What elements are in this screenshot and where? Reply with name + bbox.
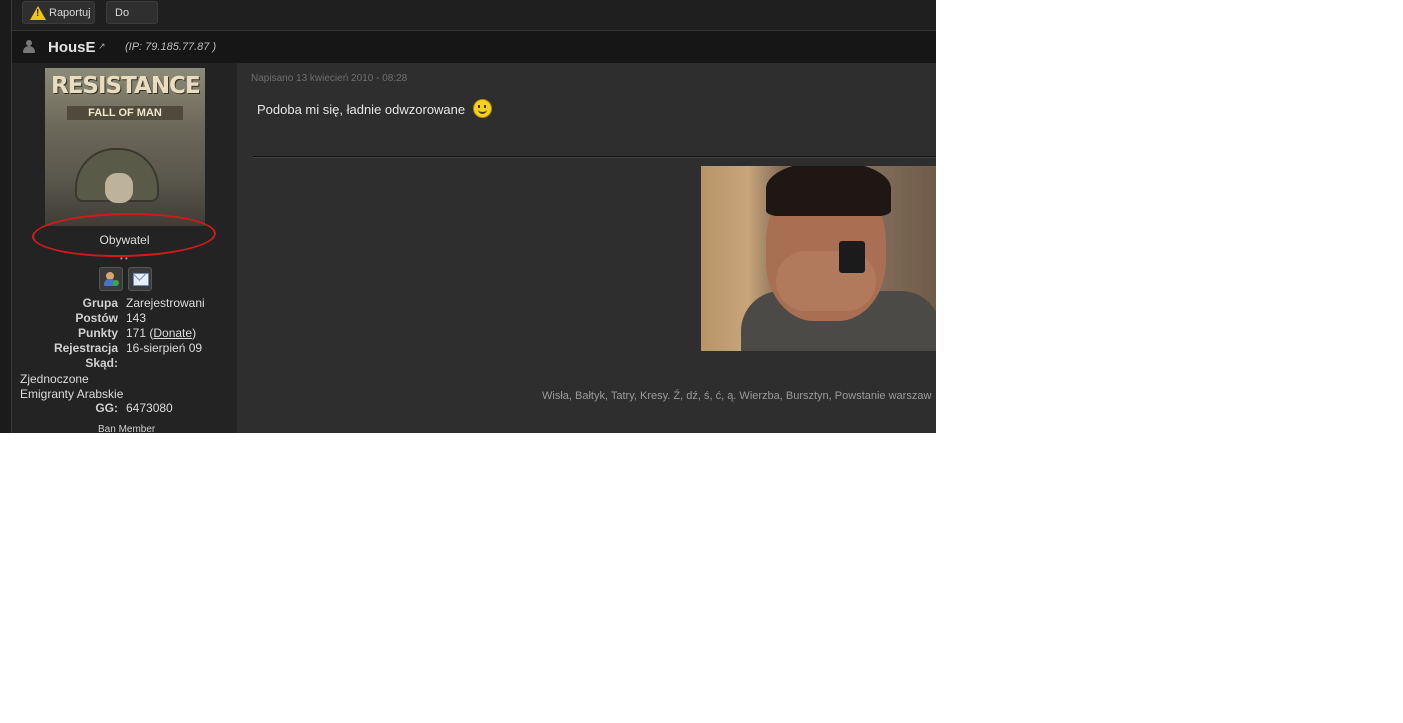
- warning-icon: [30, 6, 46, 20]
- add-friend-button[interactable]: [99, 267, 123, 291]
- rank-pips: • •: [120, 254, 128, 263]
- avatar-subtitle: FALL OF MAN: [67, 106, 183, 120]
- field-label: Punkty: [77, 326, 118, 340]
- avatar-skull-graphic: [105, 173, 133, 203]
- smiley-icon: [472, 99, 492, 118]
- post-message-text: Podoba mi się, ładnie odwzorowane: [257, 102, 466, 117]
- signature-text: Wisła, Bałtyk, Tatry, Kresy. Ź, dź, ś, ć…: [542, 390, 932, 402]
- send-message-button[interactable]: [128, 267, 152, 291]
- location-value: Zjednoczone Emigranty Arabskie: [20, 372, 123, 402]
- ip-address: (IP: 79.185.77.87 ): [125, 41, 217, 53]
- field-label: GG:: [95, 401, 118, 415]
- author-sidebar: RESISTANCE FALL OF MAN Obywatel • • Grup…: [12, 63, 237, 433]
- post-message: Podoba mi się, ładnie odwzorowane: [257, 99, 492, 118]
- report-button[interactable]: Raportuj: [22, 1, 95, 24]
- field-value: Zarejestrowani: [126, 296, 205, 310]
- signature-divider: [253, 156, 936, 158]
- location-line: Emigranty Arabskie: [20, 387, 124, 401]
- ban-member-link[interactable]: Ban Member: [98, 424, 155, 433]
- username-link[interactable]: HousE: [48, 39, 96, 56]
- member-rank: Obywatel: [99, 233, 150, 247]
- report-button-label: Raportuj: [49, 7, 91, 19]
- points-suffix: ): [192, 326, 197, 340]
- donate-link[interactable]: Donate: [153, 326, 192, 340]
- location-line: Zjednoczone: [20, 372, 89, 386]
- avatar-title: RESISTANCE: [51, 73, 201, 99]
- field-label: Rejestracja: [53, 341, 118, 355]
- post-date: Napisano 13 kwiecień 2010 - 08:28: [251, 73, 408, 84]
- field-value[interactable]: 6473080: [126, 401, 173, 415]
- external-link-icon[interactable]: ↗: [98, 41, 106, 52]
- user-icon: [22, 40, 36, 54]
- post-header: HousE ↗ (IP: 79.185.77.87 ): [12, 31, 936, 63]
- signature-image: [701, 166, 936, 351]
- post-toolbar: Raportuj Do góry: [12, 0, 936, 42]
- message-icon: [133, 273, 149, 286]
- left-edge: [0, 0, 12, 433]
- field-value: 143: [126, 311, 147, 325]
- avatar: RESISTANCE FALL OF MAN: [45, 68, 205, 226]
- post-content: Napisano 13 kwiecień 2010 - 08:28 Podoba…: [237, 63, 936, 433]
- forum-post-screenshot: Raportuj Do góry HousE ↗ (IP: 79.185.77.…: [0, 0, 936, 433]
- points-value: 171 (: [126, 326, 154, 340]
- field-value: 171 (Donate): [126, 326, 196, 340]
- field-label: Grupa: [82, 296, 118, 310]
- back-to-top-button[interactable]: Do góry: [106, 1, 158, 42]
- field-label: Postów: [75, 311, 118, 325]
- field-value: 16-sierpień 09: [126, 341, 203, 355]
- field-label: Skąd:: [85, 356, 118, 370]
